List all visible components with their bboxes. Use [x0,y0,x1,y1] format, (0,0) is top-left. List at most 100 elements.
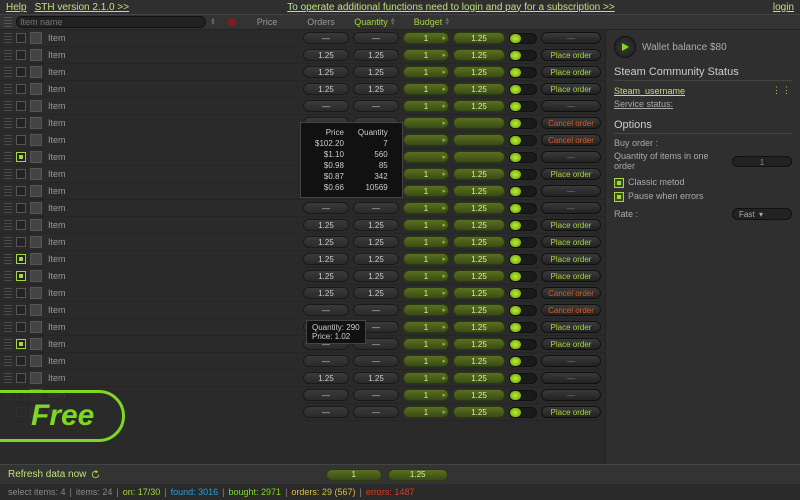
row-action-button[interactable]: Place order [541,236,601,248]
qty-cell[interactable]: 1▸ [403,406,449,418]
price-cell[interactable]: 1.25 [303,83,349,95]
budget-cell[interactable]: 1.25 [453,100,505,112]
price-cell[interactable]: — [303,202,349,214]
row-action-button[interactable]: Cancel order [541,134,601,146]
row-checkbox[interactable] [16,237,26,247]
row-toggle[interactable] [509,118,537,129]
login-link[interactable]: login [773,2,794,13]
drag-handle-icon[interactable] [4,288,12,298]
row-checkbox[interactable] [16,254,26,264]
row-checkbox[interactable] [16,339,26,349]
row-toggle[interactable] [509,390,537,401]
row-toggle[interactable] [509,305,537,316]
qty-cell[interactable]: 1▸ [403,100,449,112]
price-cell[interactable]: — [303,406,349,418]
row-checkbox[interactable] [16,84,26,94]
row-toggle[interactable] [509,67,537,78]
orders-cell[interactable]: 1.25 [353,49,399,61]
row-toggle[interactable] [509,186,537,197]
qty-cell[interactable]: 1▸ [403,287,449,299]
row-toggle[interactable] [509,220,537,231]
price-cell[interactable]: — [303,32,349,44]
qty-cell[interactable]: 1▸ [403,83,449,95]
qty-cell[interactable]: 1▸ [403,253,449,265]
orders-cell[interactable]: 1.25 [353,270,399,282]
qty-cell[interactable]: 1▸ [403,32,449,44]
drag-handle-icon[interactable] [4,271,12,281]
qty-cell[interactable]: 1▸ [403,270,449,282]
row-checkbox[interactable] [16,322,26,332]
qty-cell[interactable]: 1▸ [403,321,449,333]
row-toggle[interactable] [509,237,537,248]
row-checkbox[interactable] [16,50,26,60]
row-checkbox[interactable] [16,186,26,196]
budget-cell[interactable]: 1.25 [453,49,505,61]
row-action-button[interactable]: Cancel order [541,304,601,316]
help-link[interactable]: Help [6,2,27,13]
orders-cell[interactable]: — [353,32,399,44]
budget-cell[interactable]: 1.25 [453,338,505,350]
drag-handle-icon[interactable] [4,50,12,60]
qty-cell[interactable]: 1▸ [403,49,449,61]
col-price[interactable]: Price [242,17,292,27]
price-cell[interactable]: 1.25 [303,372,349,384]
row-checkbox[interactable] [16,373,26,383]
row-action-button[interactable]: Place order [541,83,601,95]
row-checkbox[interactable] [16,152,26,162]
orders-cell[interactable]: — [353,389,399,401]
footer-budget-input[interactable]: 1.25 [388,469,448,481]
budget-cell[interactable]: 1.25 [453,202,505,214]
price-cell[interactable]: 1.25 [303,49,349,61]
budget-cell[interactable]: 1.25 [453,355,505,367]
col-quantity[interactable]: Quantity▲▼ [350,17,400,27]
col-orders[interactable]: Orders [296,17,346,27]
row-checkbox[interactable] [16,288,26,298]
row-action-button[interactable]: — [541,355,601,367]
qty-cell[interactable]: 1▸ [403,304,449,316]
play-button[interactable] [614,36,636,58]
qty-cell[interactable]: ▸ [403,151,449,163]
row-checkbox[interactable] [16,135,26,145]
budget-cell[interactable]: 1.25 [453,219,505,231]
row-action-button[interactable]: Place order [541,219,601,231]
row-toggle[interactable] [509,271,537,282]
budget-cell[interactable]: 1.25 [453,304,505,316]
price-cell[interactable]: 1.25 [303,66,349,78]
sort-icon[interactable]: ▲▼ [210,18,216,26]
drag-handle-icon[interactable] [4,322,12,332]
row-checkbox[interactable] [16,33,26,43]
qty-cell[interactable]: 1▸ [403,372,449,384]
orders-cell[interactable]: 1.25 [353,372,399,384]
qty-cell[interactable]: ▸ [403,117,449,129]
budget-cell[interactable]: 1.25 [453,185,505,197]
row-action-button[interactable]: Place order [541,270,601,282]
orders-cell[interactable]: 1.25 [353,219,399,231]
row-action-button[interactable]: Place order [541,168,601,180]
drag-handle-icon[interactable] [4,169,12,179]
row-action-button[interactable]: — [541,32,601,44]
price-cell[interactable]: 1.25 [303,253,349,265]
qty-cell[interactable]: 1▸ [403,168,449,180]
budget-cell[interactable]: 1.25 [453,270,505,282]
price-cell[interactable]: — [303,304,349,316]
budget-cell[interactable]: 1.25 [453,321,505,333]
budget-cell[interactable]: 1.25 [453,253,505,265]
row-toggle[interactable] [509,203,537,214]
row-checkbox[interactable] [16,305,26,315]
row-toggle[interactable] [509,407,537,418]
steam-username-link[interactable]: Steam_username [614,86,685,96]
orders-cell[interactable]: 1.25 [353,83,399,95]
row-toggle[interactable] [509,152,537,163]
promo-link[interactable]: To operate additional functions need to … [287,2,614,13]
price-cell[interactable]: 1.25 [303,270,349,282]
orders-cell[interactable]: 1.25 [353,66,399,78]
row-toggle[interactable] [509,33,537,44]
orders-cell[interactable]: — [353,406,399,418]
drag-handle-icon[interactable] [4,220,12,230]
row-action-button[interactable]: — [541,185,601,197]
orders-cell[interactable]: — [353,100,399,112]
refresh-button[interactable]: Refresh data now [8,469,101,480]
row-action-button[interactable]: Cancel order [541,287,601,299]
row-toggle[interactable] [509,373,537,384]
row-action-button[interactable]: Place order [541,338,601,350]
